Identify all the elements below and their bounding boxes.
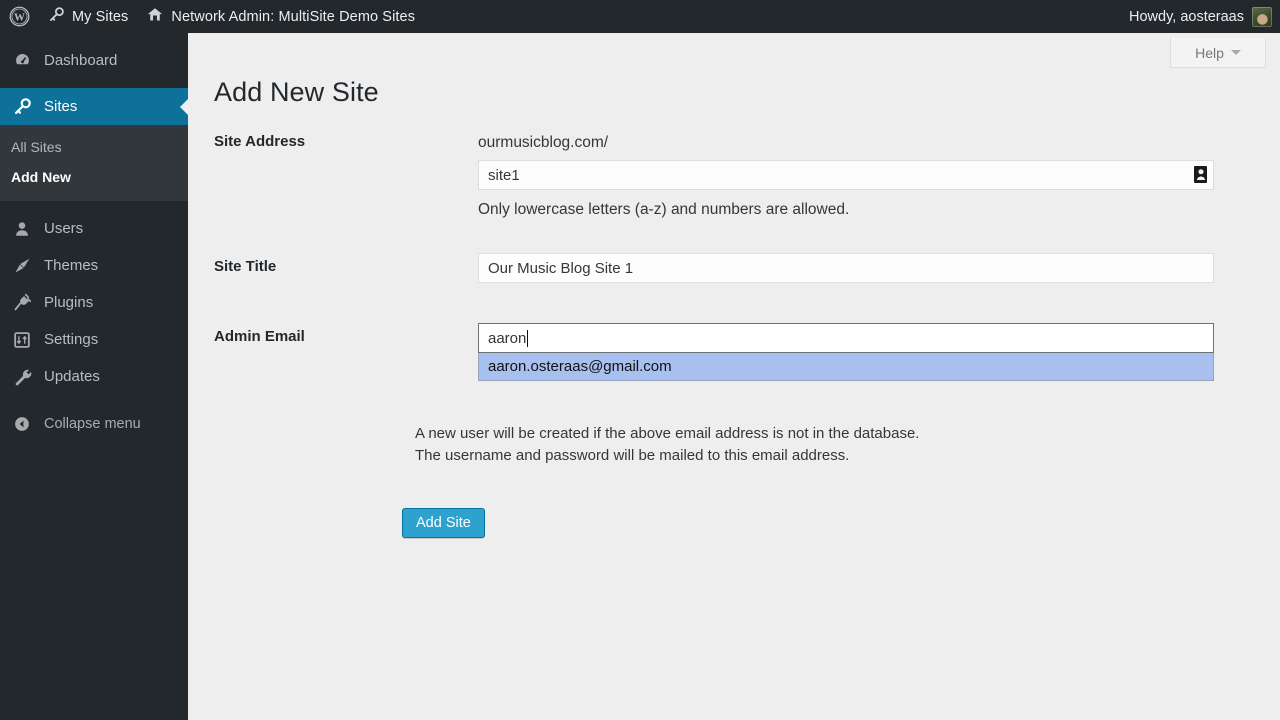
sidebar-item-sites-label: Sites — [44, 98, 78, 115]
howdy-label: Howdy, aosteraas — [1129, 8, 1244, 25]
admin-bar-account-menu[interactable]: Howdy, aosteraas — [1119, 0, 1280, 33]
autocomplete-option[interactable]: aaron.osteraas@gmail.com — [479, 353, 1213, 380]
admin-sidebar: Dashboard Sites All Sites Add New Users … — [0, 33, 188, 720]
sidebar-divider-2 — [0, 201, 188, 210]
help-button-label: Help — [1195, 44, 1224, 61]
wp-logo-menu[interactable]: W — [0, 0, 39, 33]
site-address-input[interactable]: site1 — [478, 160, 1214, 190]
sidebar-item-settings-label: Settings — [44, 331, 99, 348]
add-site-button[interactable]: Add Site — [402, 508, 485, 538]
wordpress-logo-icon: W — [9, 6, 30, 27]
collapse-arrow-icon — [11, 415, 33, 433]
user-icon — [11, 219, 33, 239]
sidebar-subitem-all-sites-label: All Sites — [11, 139, 62, 155]
chevron-down-icon — [1230, 50, 1241, 55]
admin-email-input-value: aaron — [488, 329, 527, 347]
sidebar-item-dashboard-label: Dashboard — [44, 52, 118, 69]
sidebar-item-users[interactable]: Users — [0, 210, 188, 247]
plug-icon — [11, 293, 33, 313]
key-icon — [11, 97, 33, 117]
site-address-domain-prefix: ourmusicblog.com/ — [478, 134, 609, 151]
admin-email-input[interactable]: aaron — [478, 323, 1214, 353]
svg-text:W: W — [14, 12, 25, 24]
avatar — [1252, 6, 1272, 27]
brush-icon — [11, 256, 33, 276]
sidebar-item-users-label: Users — [44, 220, 84, 237]
site-title-label: Site Title — [214, 258, 277, 275]
key-icon — [48, 6, 65, 27]
sidebar-item-updates-label: Updates — [44, 368, 100, 385]
sidebar-item-settings[interactable]: Settings — [0, 321, 188, 358]
page-title: Add New Site — [214, 77, 379, 107]
site-address-hint: Only lowercase letters (a-z) and numbers… — [478, 201, 850, 218]
password-manager-icon[interactable] — [1194, 166, 1207, 183]
admin-email-note-line-1: A new user will be created if the above … — [415, 425, 920, 442]
collapse-menu-button[interactable]: Collapse menu — [0, 407, 188, 441]
wrench-icon — [11, 367, 33, 387]
site-address-label: Site Address — [214, 133, 306, 150]
sidebar-submenu-sites: All Sites Add New — [0, 125, 188, 201]
site-address-control: ourmusicblog.com/ site1 Only lowercase l… — [478, 133, 1214, 220]
sidebar-subitem-add-new[interactable]: Add New — [0, 162, 188, 192]
admin-email-note: A new user will be created if the above … — [415, 423, 919, 466]
sidebar-item-dashboard[interactable]: Dashboard — [0, 42, 188, 79]
sidebar-item-themes-label: Themes — [44, 257, 99, 274]
help-button[interactable]: Help — [1170, 38, 1266, 68]
admin-email-label: Admin Email — [214, 328, 305, 345]
home-icon — [146, 6, 164, 27]
admin-bar-my-sites-label: My Sites — [72, 8, 129, 25]
admin-bar-network-admin-label: Network Admin: MultiSite Demo Sites — [171, 8, 416, 25]
sidebar-item-updates[interactable]: Updates — [0, 358, 188, 395]
settings-icon — [11, 330, 33, 350]
add-site-button-label: Add Site — [416, 515, 471, 531]
admin-bar-network-admin[interactable]: Network Admin: MultiSite Demo Sites — [137, 0, 424, 33]
sidebar-subitem-add-new-label: Add New — [11, 169, 71, 185]
text-caret — [527, 329, 529, 347]
admin-bar: W My Sites Network Admin: MultiSite Demo… — [0, 0, 1280, 33]
main-content: Help Add New Site Site Address ourmusicb… — [188, 33, 1280, 720]
site-title-control: Our Music Blog Site 1 — [478, 253, 1214, 283]
admin-email-autocomplete-dropdown: aaron.osteraas@gmail.com — [478, 353, 1214, 381]
admin-bar-my-sites[interactable]: My Sites — [39, 0, 137, 33]
collapse-menu-label: Collapse menu — [44, 416, 141, 432]
sidebar-item-plugins-label: Plugins — [44, 294, 94, 311]
dashboard-icon — [11, 51, 33, 71]
site-title-input[interactable]: Our Music Blog Site 1 — [478, 253, 1214, 283]
autocomplete-option-label: aaron.osteraas@gmail.com — [488, 358, 672, 375]
site-title-input-value: Our Music Blog Site 1 — [488, 259, 634, 277]
site-address-input-value: site1 — [488, 166, 520, 184]
sidebar-item-plugins[interactable]: Plugins — [0, 284, 188, 321]
sidebar-divider — [0, 79, 188, 88]
sidebar-item-themes[interactable]: Themes — [0, 247, 188, 284]
admin-email-note-line-2: The username and password will be mailed… — [415, 446, 850, 464]
sidebar-subitem-all-sites[interactable]: All Sites — [0, 132, 188, 162]
admin-email-control: aaron aaron.osteraas@gmail.com — [478, 323, 1214, 381]
sidebar-item-sites[interactable]: Sites — [0, 88, 188, 125]
